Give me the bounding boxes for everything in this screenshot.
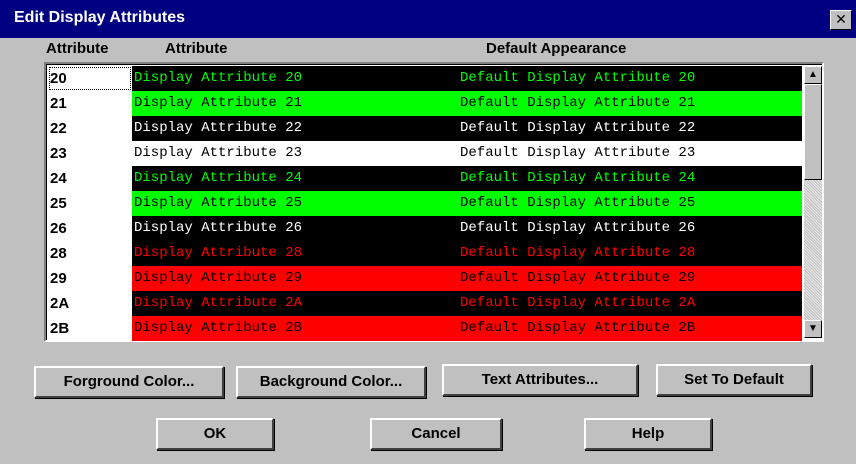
attribute-id: 2B bbox=[48, 316, 132, 341]
attribute-id: 24 bbox=[48, 166, 132, 191]
default-appearance-text: Default Display Attribute 2B bbox=[460, 320, 696, 336]
foreground-color-button[interactable]: Forground Color... bbox=[34, 366, 224, 398]
attribute-name: Display Attribute 20 bbox=[134, 70, 303, 86]
attribute-sample: Display Attribute 26 Default Display Attr… bbox=[132, 216, 802, 241]
attribute-list[interactable]: 20 Display Attribute 20 Default Display At… bbox=[44, 62, 824, 342]
column-header-attribute-id: Attribute bbox=[46, 40, 109, 57]
default-appearance-text: Default Display Attribute 23 bbox=[460, 145, 696, 161]
list-item[interactable]: 21 Display Attribute 21 Default Display At… bbox=[48, 91, 802, 116]
attribute-sample: Display Attribute 29 Default Display Attr… bbox=[132, 266, 802, 291]
text-attributes-button[interactable]: Text Attributes... bbox=[442, 364, 638, 396]
scroll-down-icon[interactable]: ▼ bbox=[804, 320, 822, 338]
attribute-name: Display Attribute 21 bbox=[134, 95, 303, 111]
list-item[interactable]: 26 Display Attribute 26 Default Display At… bbox=[48, 216, 802, 241]
title-bar[interactable]: Edit Display Attributes ✕ bbox=[0, 0, 856, 38]
window-title: Edit Display Attributes bbox=[14, 9, 185, 26]
default-appearance-text: Default Display Attribute 25 bbox=[460, 195, 696, 211]
attribute-sample: Display Attribute 22 Default Display Attr… bbox=[132, 116, 802, 141]
attribute-name: Display Attribute 26 bbox=[134, 220, 303, 236]
attribute-sample: Display Attribute 2A Default Display Attr… bbox=[132, 291, 802, 316]
attribute-id: 28 bbox=[48, 241, 132, 266]
default-appearance-text: Default Display Attribute 22 bbox=[460, 120, 696, 136]
attribute-name: Display Attribute 2A bbox=[134, 295, 303, 311]
attribute-id: 26 bbox=[48, 216, 132, 241]
list-item[interactable]: 24 Display Attribute 24 Default Display At… bbox=[48, 166, 802, 191]
attribute-name: Display Attribute 25 bbox=[134, 195, 303, 211]
attribute-sample: Display Attribute 20 Default Display Attr… bbox=[132, 66, 802, 91]
attribute-name: Display Attribute 28 bbox=[134, 245, 303, 261]
attribute-id: 21 bbox=[48, 91, 132, 116]
default-appearance-text: Default Display Attribute 20 bbox=[460, 70, 696, 86]
attribute-id: 2A bbox=[48, 291, 132, 316]
help-button[interactable]: Help bbox=[584, 418, 712, 450]
attribute-name: Display Attribute 23 bbox=[134, 145, 303, 161]
attribute-id: 29 bbox=[48, 266, 132, 291]
list-item[interactable]: 2A Display Attribute 2A Default Display At… bbox=[48, 291, 802, 316]
default-appearance-text: Default Display Attribute 24 bbox=[460, 170, 696, 186]
attribute-sample: Display Attribute 2B Default Display Attr… bbox=[132, 316, 802, 341]
default-appearance-text: Default Display Attribute 2A bbox=[460, 295, 696, 311]
attribute-sample: Display Attribute 23 Default Display Attr… bbox=[132, 141, 802, 166]
ok-button[interactable]: OK bbox=[156, 418, 274, 450]
list-item[interactable]: 20 Display Attribute 20 Default Display At… bbox=[48, 66, 802, 91]
scroll-up-icon[interactable]: ▲ bbox=[804, 66, 822, 84]
attribute-sample: Display Attribute 21 Default Display Attr… bbox=[132, 91, 802, 116]
attribute-sample: Display Attribute 25 Default Display Attr… bbox=[132, 191, 802, 216]
edit-display-attributes-dialog: Edit Display Attributes ✕ Attribute Attr… bbox=[0, 0, 856, 464]
list-item[interactable]: 22 Display Attribute 22 Default Display At… bbox=[48, 116, 802, 141]
attribute-id: 25 bbox=[48, 191, 132, 216]
list-item[interactable]: 28 Display Attribute 28 Default Display At… bbox=[48, 241, 802, 266]
attribute-id: 20 bbox=[48, 66, 132, 91]
list-item[interactable]: 23 Display Attribute 23 Default Display At… bbox=[48, 141, 802, 166]
attribute-id: 22 bbox=[48, 116, 132, 141]
attribute-name: Display Attribute 22 bbox=[134, 120, 303, 136]
attribute-sample: Display Attribute 24 Default Display Attr… bbox=[132, 166, 802, 191]
attribute-name: Display Attribute 24 bbox=[134, 170, 303, 186]
scrollbar-thumb[interactable] bbox=[804, 84, 822, 180]
list-item[interactable]: 25 Display Attribute 25 Default Display At… bbox=[48, 191, 802, 216]
vertical-scrollbar[interactable]: ▲ ▼ bbox=[804, 66, 822, 338]
attribute-name: Display Attribute 2B bbox=[134, 320, 303, 336]
column-header-attribute: Attribute bbox=[165, 40, 228, 57]
set-to-default-button[interactable]: Set To Default bbox=[656, 364, 812, 396]
default-appearance-text: Default Display Attribute 21 bbox=[460, 95, 696, 111]
default-appearance-text: Default Display Attribute 26 bbox=[460, 220, 696, 236]
column-header-default-appearance: Default Appearance bbox=[486, 40, 627, 57]
default-appearance-text: Default Display Attribute 29 bbox=[460, 270, 696, 286]
list-item[interactable]: 2B Display Attribute 2B Default Display At… bbox=[48, 316, 802, 341]
list-item[interactable]: 29 Display Attribute 29 Default Display At… bbox=[48, 266, 802, 291]
cancel-button[interactable]: Cancel bbox=[370, 418, 502, 450]
attribute-name: Display Attribute 29 bbox=[134, 270, 303, 286]
background-color-button[interactable]: Background Color... bbox=[236, 366, 426, 398]
default-appearance-text: Default Display Attribute 28 bbox=[460, 245, 696, 261]
close-icon[interactable]: ✕ bbox=[830, 10, 852, 30]
attribute-id: 23 bbox=[48, 141, 132, 166]
attribute-sample: Display Attribute 28 Default Display Attr… bbox=[132, 241, 802, 266]
